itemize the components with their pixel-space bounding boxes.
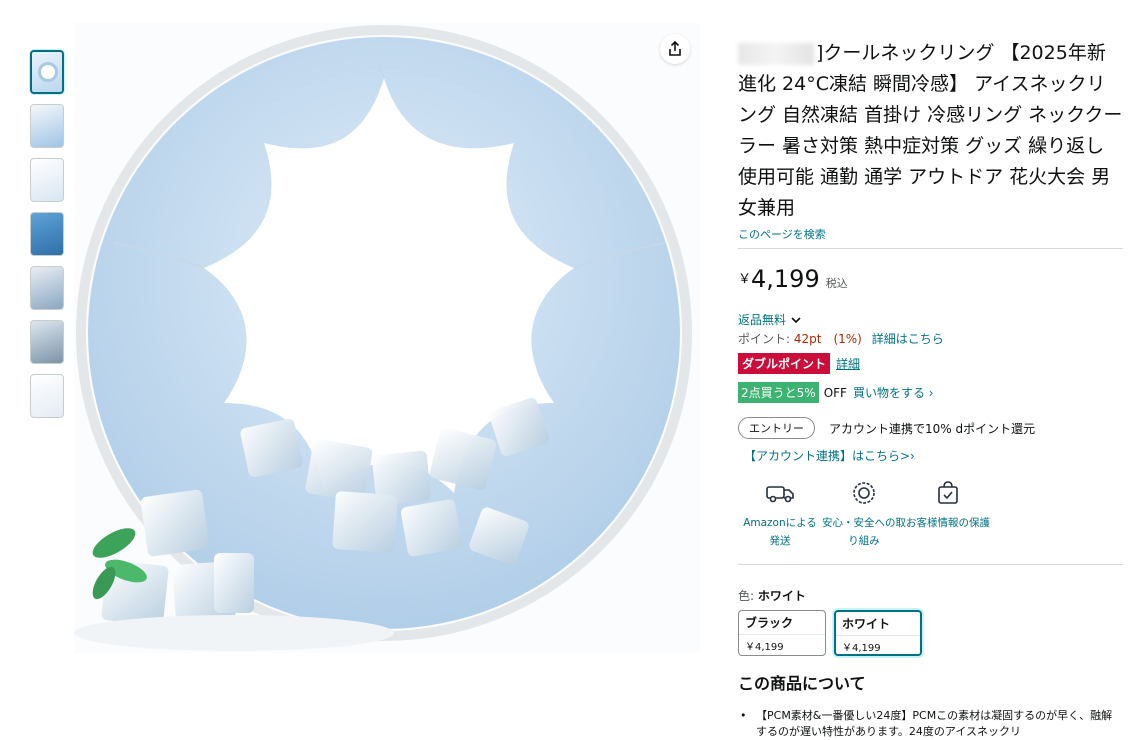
safety-badge-icon	[849, 478, 879, 508]
brand-redacted	[738, 42, 814, 65]
points-amount: 42pt (1%)	[793, 332, 862, 346]
double-point-badge: ダブルポイント	[738, 353, 831, 374]
about-bullet: 【PCM素材&一番優しい24度】PCMこの素材は凝固するのが早く、融解するのが遅…	[738, 708, 1123, 740]
thumbnail-7[interactable]	[30, 374, 64, 418]
feature-amazon-shipping[interactable]: Amazonによる発送	[738, 478, 822, 550]
free-returns-link[interactable]: 返品無料	[738, 311, 1123, 328]
color-option-black[interactable]: ブラック ￥4,199	[738, 610, 826, 656]
points-info: ポイント: 42pt (1%) 詳細はこちら	[738, 332, 944, 346]
account-link[interactable]: 【アカウント連携】はこちら>›	[744, 447, 1123, 464]
double-point-details-link[interactable]: 詳細	[836, 355, 860, 372]
thumbnail-4[interactable]	[30, 212, 64, 256]
main-product-image[interactable]	[74, 23, 700, 653]
entry-button[interactable]: エントリー	[738, 417, 815, 439]
color-swatches: ブラック ￥4,199 ホワイト ￥4,199	[738, 610, 1123, 656]
about-heading: この商品について	[738, 674, 866, 693]
price-block: ￥ 4,199 税込	[738, 265, 1123, 293]
feature-safety[interactable]: 安心・安全への取り組み	[822, 478, 906, 550]
color-option-white[interactable]: ホワイト ￥4,199	[834, 610, 922, 656]
feature-icons: Amazonによる発送 安心・安全への取り組み お客様情報の保護	[738, 478, 1123, 550]
color-selection-label: 色: ホワイト	[738, 589, 806, 603]
truck-icon	[765, 478, 795, 508]
shop-bundle-link[interactable]: 買い物をする ›	[853, 384, 934, 401]
double-point-row: ダブルポイント 詳細	[738, 353, 1123, 374]
bundle-off-label: OFF	[823, 385, 847, 400]
entry-description: アカウント連携で10% dポイント還元	[829, 421, 1036, 436]
product-info-column: ]クールネックリング 【2025年新進化 24°C凍結 瞬間冷感】 アイスネック…	[738, 38, 1123, 740]
secure-bag-icon	[933, 478, 963, 508]
bundle-discount-row: 2点買うと5% OFF 買い物をする ›	[738, 382, 1123, 403]
points-details-link[interactable]: 詳細はこちら	[872, 332, 944, 346]
thumbnail-6[interactable]	[30, 320, 64, 364]
ring-thumbnail-icon	[38, 62, 58, 82]
product-title: ]クールネックリング 【2025年新進化 24°C凍結 瞬間冷感】 アイスネック…	[738, 42, 1123, 219]
thumbnail-2[interactable]	[30, 104, 64, 148]
feature-privacy[interactable]: お客様情報の保護	[906, 478, 990, 550]
chevron-down-icon	[791, 316, 801, 323]
divider	[738, 248, 1123, 249]
share-button[interactable]	[660, 34, 690, 64]
price-symbol: ￥	[738, 272, 752, 287]
thumbnail-strip	[30, 50, 68, 428]
share-icon	[669, 41, 681, 56]
tax-label: 税込	[825, 277, 848, 290]
price-value: 4,199	[751, 265, 820, 293]
selected-color: ホワイト	[757, 589, 806, 603]
entry-row: エントリー アカウント連携で10% dポイント還元	[738, 417, 1123, 439]
divider	[738, 564, 1123, 565]
thumbnail-3[interactable]	[30, 158, 64, 202]
bundle-discount-badge: 2点買うと5%	[738, 382, 819, 403]
cool-neck-ring-illustration	[74, 25, 692, 651]
thumbnail-1[interactable]	[30, 50, 64, 94]
product-title-text: クールネックリング 【2025年新進化 24°C凍結 瞬間冷感】 アイスネックリ…	[738, 42, 1123, 219]
search-page-link[interactable]: このページを検索	[738, 226, 1123, 242]
thumbnail-5[interactable]	[30, 266, 64, 310]
